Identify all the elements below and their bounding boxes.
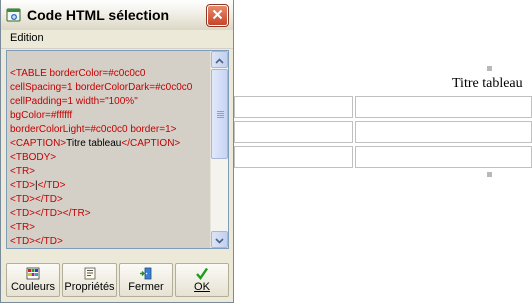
- arrow-up-icon: [215, 51, 224, 69]
- table-cell[interactable]: [355, 146, 532, 168]
- couleurs-button[interactable]: Couleurs: [6, 263, 60, 297]
- proprietes-label: Propriétés: [64, 281, 115, 293]
- button-toolbar: Couleurs Propriétés Fermer OK: [6, 263, 229, 299]
- table-cell[interactable]: [355, 121, 532, 143]
- code-tag-end: </TD>: [37, 180, 66, 191]
- code-tag: <TD></TD>: [10, 236, 63, 247]
- title-bar[interactable]: Code HTML sélection: [1, 0, 233, 31]
- code-line: bgColor=#ffffff: [10, 109, 210, 123]
- code-line: <CAPTION>Titre tableau</CAPTION>: [10, 137, 210, 151]
- table-cell[interactable]: [234, 96, 353, 118]
- code-tag-end: </CAPTION>: [121, 138, 181, 149]
- vertical-scrollbar[interactable]: [210, 51, 228, 248]
- code-text: Titre tableau: [66, 138, 122, 149]
- code-tag: <TR>: [10, 222, 36, 233]
- checkmark-icon: [195, 267, 209, 280]
- code-line: <TABLE borderColor=#c0c0c0: [10, 67, 210, 81]
- code-line: <TD></TD>: [10, 235, 210, 248]
- close-button[interactable]: [206, 4, 229, 27]
- scroll-up-button[interactable]: [211, 51, 228, 68]
- fermer-button[interactable]: Fermer: [119, 263, 173, 297]
- code-line: borderColorLight=#c0c0c0 border=1>: [10, 123, 210, 137]
- table-cell[interactable]: [355, 96, 532, 118]
- code-tag: <TD></TD></TR>: [10, 208, 91, 219]
- proprietes-button[interactable]: Propriétés: [62, 263, 117, 297]
- html-code-icon: [6, 7, 22, 23]
- code-line: <TR>: [10, 221, 210, 235]
- code-tag: <TD>: [10, 180, 36, 191]
- code-line: <TBODY>: [10, 151, 210, 165]
- scroll-down-button[interactable]: [211, 231, 228, 248]
- ok-button[interactable]: OK: [175, 263, 229, 297]
- code-tag: <TBODY>: [10, 152, 57, 163]
- menu-edition[interactable]: Edition: [10, 32, 44, 44]
- code-tag: cellSpacing=1 borderColorDark=#c0c0c0: [10, 82, 193, 93]
- code-tag: <TD></TD>: [10, 194, 63, 205]
- code-tag: <CAPTION>: [10, 138, 67, 149]
- code-line: <TD>|</TD>: [10, 179, 210, 193]
- menu-bar: Edition: [1, 30, 233, 49]
- arrow-down-icon: [215, 231, 224, 249]
- html-code-textarea[interactable]: <TABLE borderColor=#c0c0c0 cellSpacing=1 …: [6, 50, 229, 249]
- code-tag: <TR>: [10, 166, 36, 177]
- code-line: cellSpacing=1 borderColorDark=#c0c0c0: [10, 81, 210, 95]
- properties-icon: [83, 267, 97, 280]
- table-cell[interactable]: [234, 121, 353, 143]
- palette-icon: [26, 267, 40, 280]
- code-line: <TD></TD></TR>: [10, 207, 210, 221]
- fermer-label: Fermer: [128, 281, 164, 293]
- exit-door-icon: [139, 267, 153, 280]
- code-tag: <TABLE borderColor=#c0c0c0: [10, 68, 146, 79]
- code-lines: <TABLE borderColor=#c0c0c0 cellSpacing=1 …: [10, 67, 210, 248]
- close-icon: [212, 7, 223, 25]
- code-line: <TD></TD>: [10, 193, 210, 207]
- code-tag: borderColorLight=#c0c0c0 border=1>: [10, 124, 177, 135]
- code-tag: bgColor=#ffffff: [10, 110, 73, 121]
- code-line: cellPadding=1 width="100%": [10, 95, 210, 109]
- table-cell[interactable]: [234, 146, 353, 168]
- code-line: <TR>: [10, 165, 210, 179]
- dialog-title: Code HTML sélection: [27, 7, 170, 23]
- table-caption: Titre tableau: [452, 76, 523, 91]
- scroll-thumb[interactable]: [211, 69, 228, 159]
- code-tag: cellPadding=1 width="100%": [10, 96, 138, 107]
- resize-handle-top[interactable]: [487, 66, 492, 71]
- resize-handle-bottom[interactable]: [487, 172, 492, 177]
- code-html-dialog: Code HTML sélection Edition <TABLE borde…: [0, 0, 234, 303]
- ok-label: OK: [194, 281, 210, 293]
- couleurs-label: Couleurs: [10, 281, 56, 293]
